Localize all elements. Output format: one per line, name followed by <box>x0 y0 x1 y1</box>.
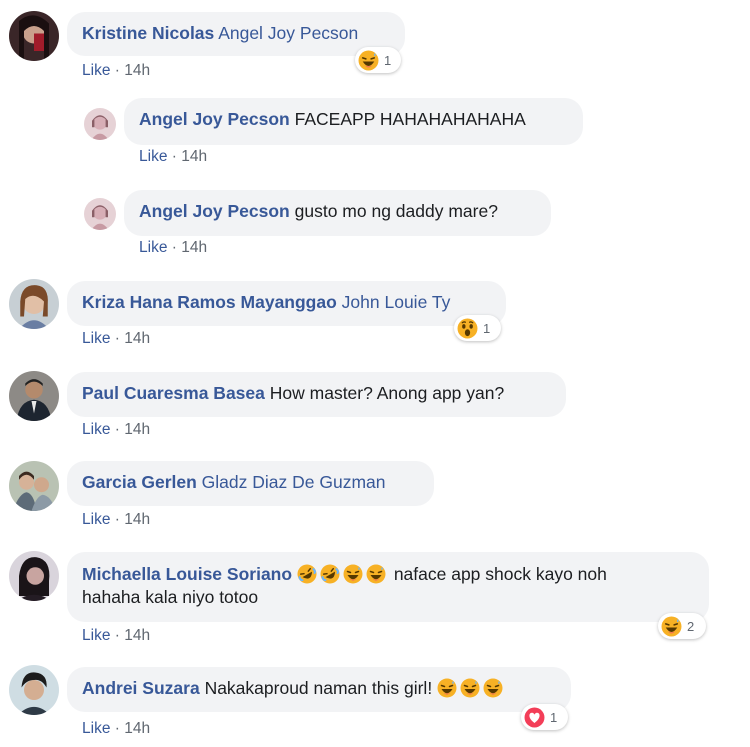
like-button[interactable]: Like <box>82 330 110 347</box>
comment-bubble: Kristine Nicolas Angel Joy Pecson <box>67 12 405 56</box>
comment-author[interactable]: Angel Joy Pecson <box>139 201 290 221</box>
like-button[interactable]: Like <box>139 148 167 165</box>
haha-reaction-icon <box>661 616 682 637</box>
comment-meta: Like · 14h <box>82 330 150 348</box>
comment-time[interactable]: 14h <box>124 511 150 528</box>
rofl-emoji <box>297 564 317 584</box>
avatar[interactable] <box>9 551 59 601</box>
meta-separator: · <box>110 421 125 438</box>
comment-text: FACEAPP HAHAHAHAHAHA <box>294 109 526 129</box>
comment-time[interactable]: 14h <box>181 148 207 165</box>
comment-author[interactable]: Kristine Nicolas <box>82 23 214 43</box>
meta-separator: · <box>110 720 125 737</box>
avatar[interactable] <box>84 198 116 230</box>
meta-separator: · <box>167 148 182 165</box>
love-reaction-icon <box>524 707 545 728</box>
reaction-count-value: 1 <box>483 320 491 336</box>
like-button[interactable]: Like <box>139 239 167 256</box>
comment-time[interactable]: 14h <box>124 421 150 438</box>
like-button[interactable]: Like <box>82 62 110 79</box>
comment-author[interactable]: Garcia Gerlen <box>82 472 197 492</box>
rofl-emoji <box>320 564 340 584</box>
like-button[interactable]: Like <box>82 421 110 438</box>
wow-reaction-icon <box>457 318 478 339</box>
comment-bubble: Angel Joy Pecson FACEAPP HAHAHAHAHAHA <box>124 98 583 145</box>
grin-sweat-emoji <box>437 678 457 698</box>
comment-time[interactable]: 14h <box>124 720 150 737</box>
comment-meta: Like · 14h <box>139 148 207 166</box>
comment-text: gusto mo ng daddy mare? <box>294 201 498 221</box>
comment-bubble: Michaella Louise Soriano naface app shoc… <box>67 552 709 622</box>
comment-author[interactable]: Michaella Louise Soriano <box>82 564 292 584</box>
comment-bubble: Andrei Suzara Nakakaproud naman this gir… <box>67 667 571 712</box>
comment-meta: Like · 14h <box>139 239 207 257</box>
avatar[interactable] <box>9 371 59 421</box>
comment-author[interactable]: Paul Cuaresma Basea <box>82 383 265 403</box>
comment-meta: Like · 14h <box>82 511 150 529</box>
reaction-count-value: 2 <box>687 618 695 634</box>
reaction-count[interactable]: 1 <box>454 315 501 341</box>
comment-text: hahaha kala niyo totoo <box>82 587 259 607</box>
grin-sweat-emoji <box>366 564 386 584</box>
comment-bubble: Kriza Hana Ramos Mayanggao John Louie Ty <box>67 281 506 326</box>
meta-separator: · <box>110 627 125 644</box>
avatar[interactable] <box>84 108 116 140</box>
grin-sweat-emoji <box>483 678 503 698</box>
meta-separator: · <box>110 330 125 347</box>
comment-bubble: Paul Cuaresma Basea How master? Anong ap… <box>67 372 566 417</box>
comment-author[interactable]: Andrei Suzara <box>82 678 200 698</box>
comment-time[interactable]: 14h <box>124 62 150 79</box>
reaction-count[interactable]: 2 <box>658 613 706 639</box>
comment-author[interactable]: Kriza Hana Ramos Mayanggao <box>82 292 337 312</box>
meta-separator: · <box>110 511 125 528</box>
mentioned-user[interactable]: John Louie Ty <box>342 292 451 312</box>
comment-meta: Like · 14h <box>82 421 150 439</box>
comment-time[interactable]: 14h <box>124 627 150 644</box>
comment-meta: Like · 14h <box>82 720 150 738</box>
avatar[interactable] <box>9 11 59 61</box>
haha-reaction-icon <box>358 50 379 71</box>
reaction-count[interactable]: 1 <box>521 704 568 730</box>
meta-separator: · <box>167 239 182 256</box>
comment-text: How master? Anong app yan? <box>269 383 505 403</box>
comment-text: naface app shock kayo noh <box>393 564 607 584</box>
comment-bubble: Angel Joy Pecson gusto mo ng daddy mare? <box>124 190 551 236</box>
like-button[interactable]: Like <box>82 720 110 737</box>
reaction-count[interactable]: 1 <box>355 47 401 73</box>
avatar[interactable] <box>9 665 59 715</box>
avatar[interactable] <box>9 461 59 511</box>
mentioned-user[interactable]: Gladz Diaz De Guzman <box>202 472 386 492</box>
comment-time[interactable]: 14h <box>181 239 207 256</box>
comment-meta: Like · 14h <box>82 627 150 645</box>
grin-sweat-emoji <box>343 564 363 584</box>
reaction-count-value: 1 <box>550 709 558 725</box>
comment-bubble: Garcia Gerlen Gladz Diaz De Guzman <box>67 461 434 506</box>
like-button[interactable]: Like <box>82 511 110 528</box>
comment-time[interactable]: 14h <box>124 330 150 347</box>
avatar[interactable] <box>9 279 59 329</box>
comment-text: Nakakaproud naman this girl! <box>204 678 433 698</box>
grin-sweat-emoji <box>460 678 480 698</box>
meta-separator: · <box>110 62 125 79</box>
mentioned-user[interactable]: Angel Joy Pecson <box>218 23 358 43</box>
like-button[interactable]: Like <box>82 627 110 644</box>
comment-meta: Like · 14h <box>82 62 150 80</box>
reaction-count-value: 1 <box>384 52 392 68</box>
comment-author[interactable]: Angel Joy Pecson <box>139 109 290 129</box>
